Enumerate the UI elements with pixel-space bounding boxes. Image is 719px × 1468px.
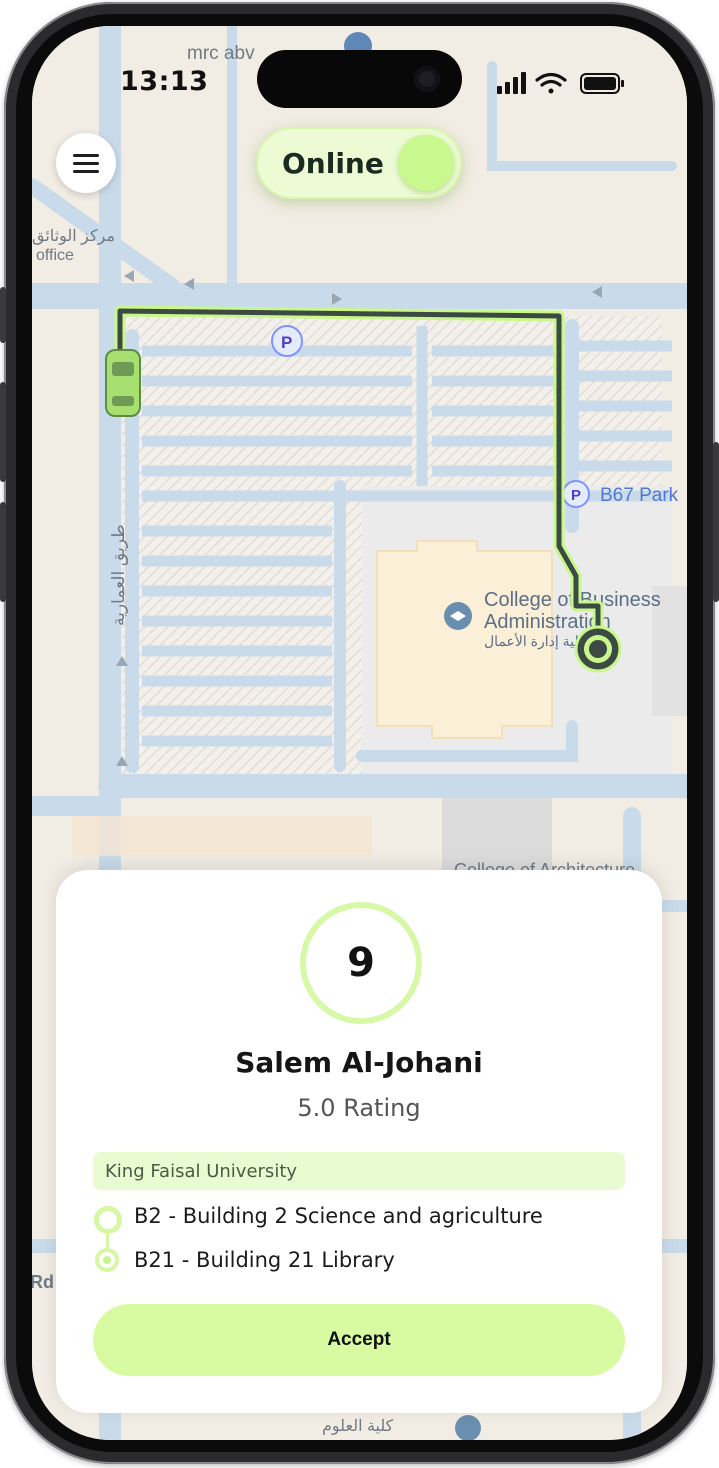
toggle-knob[interactable]	[398, 135, 454, 191]
pickup-point-icon	[94, 1206, 122, 1234]
online-status-toggle[interactable]: Online	[256, 127, 462, 199]
map-label-road-left: Rd	[32, 1272, 54, 1292]
pickup-location: B2 - Building 2 Science and agriculture	[134, 1204, 543, 1228]
countdown-value: 9	[347, 940, 375, 986]
dropoff-point-icon	[95, 1248, 119, 1272]
university-name: King Faisal University	[105, 1161, 298, 1182]
cellular-signal-icon	[497, 72, 526, 94]
status-time: 13:13	[120, 66, 209, 97]
power-button	[713, 442, 719, 602]
screen: mrc abv مركز الوثائق office طريق العماري…	[32, 26, 687, 1440]
online-status-label: Online	[282, 147, 384, 180]
hamburger-icon-bar	[73, 154, 99, 157]
action-button	[0, 287, 6, 343]
hamburger-icon-bar	[73, 162, 99, 165]
menu-button[interactable]	[56, 133, 116, 193]
accept-button[interactable]: Accept	[93, 1304, 625, 1376]
countdown-timer: 9	[300, 902, 422, 1024]
status-bar: 13:13	[32, 26, 687, 136]
map-label-bottom-ar: كلية العلوم	[322, 1418, 394, 1435]
wifi-icon	[535, 72, 567, 94]
campus-strip	[72, 816, 372, 856]
dynamic-island	[257, 50, 462, 108]
hamburger-icon-bar	[73, 170, 99, 173]
map-label-road: طريق العمارية	[109, 524, 129, 626]
map-label-college-ar: كلية إدارة الأعمال	[484, 632, 586, 650]
map-label-office: office	[36, 247, 74, 264]
volume-up-button	[0, 382, 6, 482]
battery-icon	[580, 73, 624, 94]
university-tag: King Faisal University	[93, 1152, 625, 1190]
dropoff-location: B21 - Building 21 Library	[134, 1248, 395, 1272]
front-camera-icon	[414, 66, 440, 92]
rider-rating: 5.0 Rating	[297, 1094, 421, 1122]
destination-marker-dot	[589, 640, 607, 658]
rider-name: Salem Al-Johani	[235, 1046, 483, 1079]
bottom-pin-icon	[455, 1415, 481, 1440]
volume-down-button	[0, 502, 6, 602]
route-connector-line	[106, 1234, 109, 1248]
map-label-parking: B67 Park	[600, 485, 679, 506]
map-label-office-ar: مركز الوثائق	[32, 228, 115, 245]
parking-icon-2-letter: P	[571, 487, 581, 504]
parking-icon-1-letter: P	[281, 333, 292, 352]
car-icon	[105, 349, 141, 417]
status-icons	[497, 72, 624, 94]
ride-request-card: 9 Salem Al-Johani 5.0 Rating King Faisal…	[56, 870, 662, 1413]
